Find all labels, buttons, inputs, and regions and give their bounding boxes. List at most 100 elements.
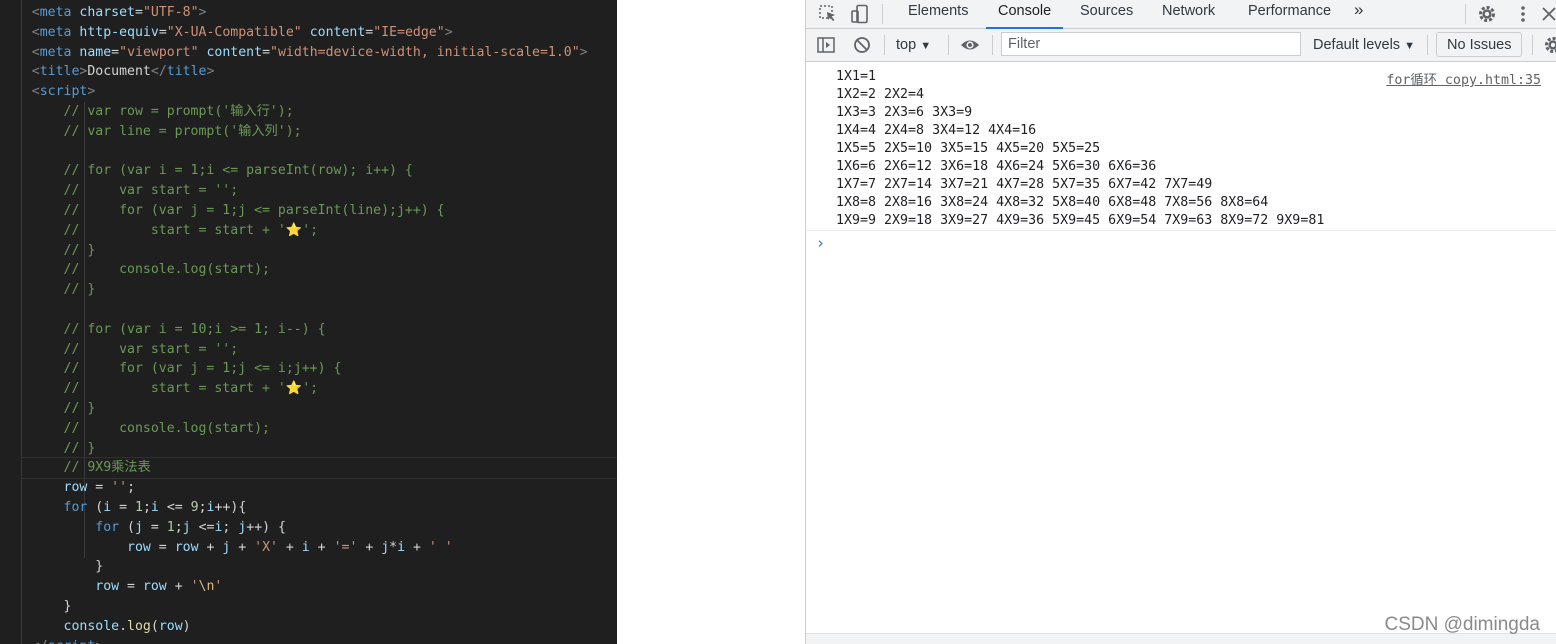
console-settings-gear-icon[interactable] <box>1543 35 1556 55</box>
code-token: // 9X9乘法表 <box>0 460 151 476</box>
dropdown-arrow-icon: ▼ <box>1404 40 1415 52</box>
console-log-line: 1X9=9 2X9=18 3X9=27 4X9=36 5X9=45 6X9=54… <box>836 213 1325 228</box>
code-token: ; <box>127 480 136 496</box>
code-token: i <box>103 499 112 515</box>
code-token: title <box>166 64 207 80</box>
tab-label: Elements <box>908 3 969 19</box>
log-levels-dropdown[interactable]: Default levels ▼ <box>1313 29 1415 61</box>
toolbar-separator <box>1427 35 1428 55</box>
close-icon[interactable] <box>1539 4 1556 24</box>
device-toolbar-icon[interactable] <box>850 4 870 24</box>
code-token: } <box>0 598 72 614</box>
code-token: > <box>444 24 453 40</box>
code-token: ; <box>222 519 239 535</box>
code-token: // } <box>0 440 96 456</box>
code-token: + <box>309 539 334 555</box>
code-token: i <box>301 539 310 555</box>
code-token: "UTF-8" <box>142 5 199 20</box>
code-token: + <box>357 539 382 555</box>
filter-input[interactable] <box>1001 32 1301 56</box>
code-token: row <box>142 579 167 595</box>
code-token: meta <box>39 5 80 20</box>
code-token: <= <box>158 499 191 515</box>
tab-sources[interactable]: Sources <box>1078 0 1135 28</box>
code-token: '' <box>111 480 128 496</box>
code-token: < <box>0 44 40 60</box>
code-token: ' ' <box>428 539 453 555</box>
code-line: // var line = prompt('输入列'); <box>0 122 588 142</box>
more-tabs-button[interactable]: » <box>1352 0 1365 28</box>
code-token: log <box>127 618 151 634</box>
code-token: // console.log(start); <box>0 262 270 278</box>
tab-elements[interactable]: Elements <box>906 0 970 28</box>
code-content[interactable]: <meta charset="UTF-8"> <meta http-equiv=… <box>0 3 588 644</box>
code-token: + <box>230 539 255 555</box>
code-line: </script> <box>0 637 588 644</box>
toolbar-separator <box>948 35 949 55</box>
code-token: < <box>0 5 40 20</box>
code-token: row <box>174 539 199 555</box>
inspect-element-icon[interactable] <box>818 4 838 24</box>
code-token: = <box>111 499 136 515</box>
console-prompt[interactable]: › <box>816 234 825 252</box>
toolbar-separator <box>992 35 993 55</box>
clear-console-icon[interactable] <box>852 35 872 55</box>
kebab-menu-icon[interactable] <box>1513 4 1533 24</box>
context-selector[interactable]: top ▼ <box>896 29 931 61</box>
code-token: > <box>206 64 215 80</box>
devtools-panel: Elements Console Sources Network Performance… <box>805 0 1556 644</box>
code-token: = <box>134 5 143 20</box>
code-token: = <box>150 539 175 555</box>
tab-network[interactable]: Network <box>1160 0 1217 28</box>
code-line: console.log(row) <box>0 617 588 637</box>
code-token: "X-UA-Compatible" <box>166 24 302 40</box>
code-token: 1 <box>135 499 143 515</box>
code-token: charset <box>79 5 135 20</box>
code-token: j <box>134 519 143 535</box>
source-link[interactable]: for循环 copy.html:35 <box>1386 69 1541 88</box>
console-log-line: 1X6=6 2X6=12 3X6=18 4X6=24 5X6=30 6X6=36 <box>836 159 1157 174</box>
code-token: + <box>198 539 223 555</box>
code-token: i <box>150 499 159 515</box>
code-token: ( <box>119 519 135 535</box>
code-line: // for (var i = 10;i >= 1; i--) { <box>0 320 588 340</box>
code-editor[interactable]: <meta charset="UTF-8"> <meta http-equiv=… <box>0 0 617 644</box>
console-log-line: 1X5=5 2X5=10 3X5=15 4X5=20 5X5=25 <box>836 141 1101 156</box>
code-token: < <box>0 84 40 100</box>
code-token: + <box>277 539 302 555</box>
console-log-line: 1X8=8 2X8=16 3X8=24 4X8=32 5X8=40 6X8=48… <box>836 195 1269 210</box>
code-token: // } <box>0 282 96 298</box>
code-token: > <box>198 5 207 20</box>
code-token: j <box>381 539 390 555</box>
toolbar-separator <box>1532 35 1533 55</box>
issues-button[interactable]: No Issues <box>1436 32 1523 57</box>
code-token: ; <box>174 519 183 535</box>
sidebar-toggle-icon[interactable] <box>816 35 836 55</box>
code-token: "width=device-width, initial-scale=1.0" <box>270 44 580 60</box>
code-token: > <box>579 44 588 60</box>
code-token: > <box>87 84 96 100</box>
code-token: // } <box>0 400 96 416</box>
code-token: // } <box>0 242 96 258</box>
code-token: i <box>206 499 215 515</box>
gear-icon[interactable] <box>1477 4 1497 24</box>
code-token: ) <box>182 618 191 634</box>
code-token: name <box>79 44 112 60</box>
code-token: </ <box>150 64 167 80</box>
tab-console[interactable]: Console <box>986 0 1064 29</box>
code-line: <title>Document</title> <box>0 62 588 82</box>
code-token: script <box>39 84 88 100</box>
code-line: // } <box>0 439 588 459</box>
code-token: \n <box>198 579 215 595</box>
tab-performance[interactable]: Performance <box>1246 0 1333 28</box>
tab-label: Network <box>1162 3 1216 19</box>
console-log-line: 1X1=1 <box>836 69 877 84</box>
code-token: '=' <box>333 539 358 555</box>
code-line: } <box>0 597 588 617</box>
tabbar-separator <box>882 4 883 24</box>
code-line: for (i = 1;i <= 9;i++){ <box>0 498 588 518</box>
eye-icon[interactable] <box>960 35 980 55</box>
